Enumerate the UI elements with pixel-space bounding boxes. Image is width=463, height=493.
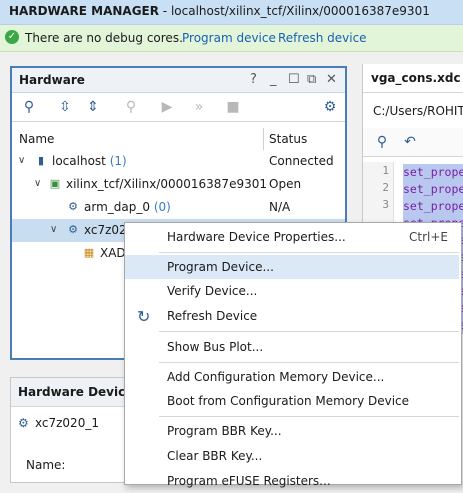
menu-item-program-bbr-key[interactable]: Program BBR Key... (125, 419, 459, 443)
menu-item-hardware-device-properties[interactable]: Hardware Device Properties... Ctrl+E (125, 225, 459, 249)
line-number: 1 (382, 164, 389, 177)
menu-item-program-efuse[interactable]: Program eFUSE Registers... (125, 469, 459, 493)
tree-row-label: arm_dap_0 (0) (84, 200, 171, 214)
menu-item-label: Clear BBR Key... (167, 449, 263, 463)
device-context-menu: Hardware Device Properties... Ctrl+E Pro… (124, 222, 462, 488)
stop-trigger-icon[interactable]: ■ (224, 98, 242, 116)
search-icon[interactable]: ⚲ (20, 98, 38, 116)
menu-item-boot-from-config-memory[interactable]: Boot from Configuration Memory Device (125, 389, 459, 413)
chip-icon: ⚙ (68, 223, 78, 236)
menu-separator (159, 362, 459, 363)
tree-column-header: Name Status (12, 128, 345, 150)
editor-tab-title: vga_cons.xdc * (371, 71, 463, 85)
menu-item-label: Show Bus Plot... (167, 340, 264, 354)
menu-item-clear-bbr-key[interactable]: Clear BBR Key... (125, 444, 459, 468)
column-divider[interactable] (263, 128, 264, 150)
menu-item-label: Hardware Device Properties... (167, 230, 346, 244)
menu-item-label: Program Device... (167, 260, 274, 274)
tree-row-target[interactable]: ∨ ▣ xilinx_tcf/Xilinx/000016387e9301 Ope… (12, 173, 345, 196)
chevron-down-icon[interactable]: ∨ (50, 224, 57, 235)
chip-icon: ⚙ (68, 200, 78, 213)
tree-row-status: Open (269, 177, 302, 191)
refresh-device-link[interactable]: Refresh device (278, 31, 367, 45)
column-status[interactable]: Status (269, 132, 307, 146)
menu-separator (159, 331, 459, 332)
line-number: 3 (382, 198, 389, 211)
check-circle-icon: ✓ (5, 30, 19, 44)
code-line[interactable]: set_property (403, 181, 463, 198)
tree-row-localhost[interactable]: ∨ ▮ localhost (1) Connected (12, 150, 345, 173)
hardware-panel-title: Hardware (19, 73, 85, 87)
menu-item-label: Verify Device... (167, 284, 258, 298)
tree-row-status: N/A (269, 200, 291, 214)
line-number: 2 (382, 181, 389, 194)
column-name[interactable]: Name (19, 132, 54, 146)
menu-separator (159, 416, 459, 417)
editor-toolbar: ⚲ ↶ (363, 128, 463, 157)
hardware-manager-header: HARDWARE MANAGER - localhost/xilinx_tcf/… (0, 0, 463, 25)
menu-item-show-bus-plot[interactable]: Show Bus Plot... (125, 335, 459, 359)
board-icon: ▣ (49, 177, 61, 190)
minimize-icon[interactable]: _ (270, 72, 277, 87)
tree-row-label: xilinx_tcf/Xilinx/000016387e9301 (66, 177, 267, 191)
menu-item-program-device[interactable]: Program Device... (125, 255, 459, 279)
menu-item-add-config-memory[interactable]: Add Configuration Memory Device... (125, 365, 459, 389)
run-trigger-immediate-icon[interactable]: » (190, 98, 208, 116)
code-line[interactable]: set_property (403, 164, 463, 181)
close-icon[interactable]: ✕ (326, 72, 337, 87)
menu-item-refresh-device[interactable]: ↻ Refresh Device (125, 304, 459, 328)
collapse-all-icon[interactable]: ⇳ (56, 98, 74, 116)
search-icon[interactable]: ⚲ (373, 133, 391, 151)
program-device-link[interactable]: Program device (182, 31, 276, 45)
gear-icon[interactable]: ⚙ (321, 98, 339, 116)
menu-item-verify-device[interactable]: Verify Device... (125, 279, 459, 303)
chip-icon: ⚙ (18, 416, 29, 430)
chevron-down-icon[interactable]: ∨ (18, 155, 25, 166)
device-name-value: xc7z020_1 (35, 416, 99, 430)
info-message: There are no debug cores. (25, 31, 183, 45)
hardware-panel-header: Hardware ? _ ☐ ⧉ ✕ (12, 68, 345, 93)
chevron-down-icon[interactable]: ∨ (34, 178, 41, 189)
header-title: HARDWARE MANAGER - localhost/xilinx_tcf/… (9, 4, 430, 18)
menu-item-label: Add Configuration Memory Device... (167, 370, 385, 384)
expand-all-icon[interactable]: ⇕ (84, 98, 102, 116)
editor-tab[interactable]: vga_cons.xdc * (363, 64, 463, 93)
hardware-toolbar: ⚲ ⇳ ⇕ ⚲ ▶ » ■ ⚙ (12, 93, 345, 122)
menu-item-label: Program eFUSE Registers... (167, 474, 331, 488)
info-bar: ✓ There are no debug cores. Program devi… (0, 25, 463, 52)
run-trigger-icon[interactable]: ▶ (158, 98, 176, 116)
xadc-icon: ▦ (83, 246, 95, 259)
menu-item-label: Refresh Device (167, 309, 258, 323)
menu-item-label: Boot from Configuration Memory Device (167, 394, 410, 408)
menu-separator (159, 252, 459, 253)
menu-item-label: Program BBR Key... (167, 424, 282, 438)
maximize-icon[interactable]: ☐ (288, 72, 300, 87)
undo-icon[interactable]: ↶ (401, 133, 419, 151)
name-label: Name: (26, 458, 66, 472)
code-line[interactable]: set_property (403, 198, 463, 215)
auto-connect-icon[interactable]: ⚲ (122, 98, 140, 116)
refresh-icon: ↻ (137, 307, 151, 326)
menu-item-shortcut: Ctrl+E (409, 230, 448, 244)
tree-row-arm-dap[interactable]: ⚙ arm_dap_0 (0) N/A (12, 196, 345, 219)
float-icon[interactable]: ⧉ (307, 72, 316, 87)
help-icon[interactable]: ? (250, 72, 257, 87)
file-path: C:/Users/ROHIT (373, 104, 463, 118)
tree-row-status: Connected (269, 154, 334, 168)
tree-row-label: localhost (1) (52, 154, 127, 168)
server-icon: ▮ (37, 154, 45, 167)
